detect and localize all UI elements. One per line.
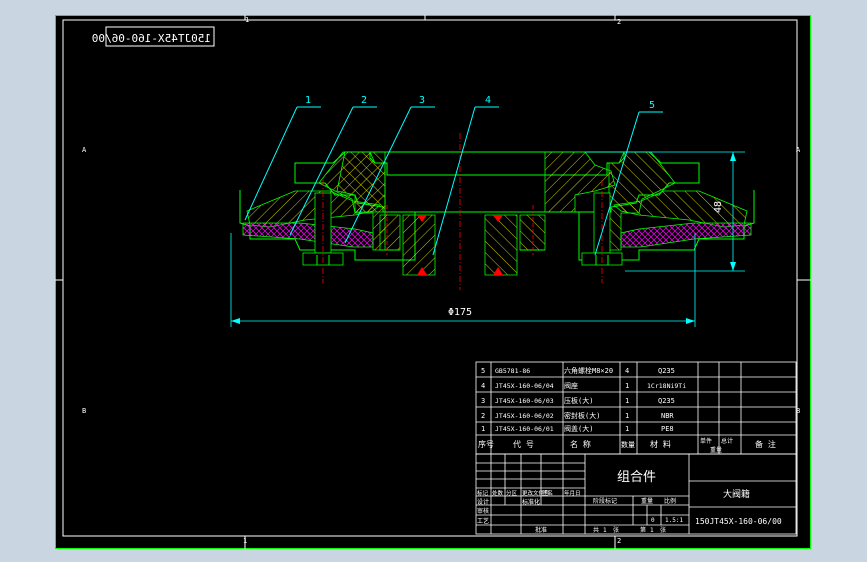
bom-cell: 密封板(大) <box>564 411 600 420</box>
drawing-sheet: 1 2 1 2 A A B B 150JT45X-160-06/00 1 2 3… <box>55 15 811 549</box>
press-plate-right <box>519 214 546 251</box>
bom-cell: JT45X-160-06/02 <box>495 412 554 420</box>
press-plate-left <box>379 214 401 251</box>
tb-sheet-no-value: 1 <box>650 527 654 534</box>
zone-label-row-b-right: B <box>796 407 800 415</box>
tb-label-count: 处数 <box>492 489 504 497</box>
assembly-name: 组合件 <box>617 470 656 485</box>
dim-diameter: Φ175 <box>448 307 472 318</box>
balloon-4: 4 <box>485 95 491 106</box>
tb-weight-value: 0 <box>651 517 655 524</box>
zone-label-col-1-bottom: 1 <box>243 537 247 545</box>
bom-cell: 1 <box>625 412 629 420</box>
zone-label-row-a: A <box>82 146 87 154</box>
bom-header: 数量 <box>621 440 635 449</box>
tb-scale-value: 1.5:1 <box>665 517 683 524</box>
drawing-number: 150JT45X-160-06/00 <box>695 517 782 526</box>
bom-cell: NBR <box>661 412 674 420</box>
bom-cell: 六角螺栓M8×20 <box>564 366 613 375</box>
tb-label-weight: 重量 <box>641 497 653 505</box>
outer-border <box>55 15 811 549</box>
bom-cell: 1 <box>625 382 629 390</box>
bom-header: 材 料 <box>650 439 671 449</box>
bom-header: 总计 <box>721 437 733 445</box>
tb-label-sheet: 张 <box>613 526 619 534</box>
tb-label-sheet-no: 第 <box>640 526 646 534</box>
bom-cell: Q235 <box>658 367 675 375</box>
balloon-2: 2 <box>361 95 367 106</box>
bom-cell: Q235 <box>658 397 675 405</box>
zone-label-row-b: B <box>82 407 86 415</box>
bom-cell: PE8 <box>661 425 674 433</box>
zone-label-row-a-right: A <box>796 146 801 154</box>
bom-cell: 5 <box>481 367 485 375</box>
tb-label-approve: 批准 <box>535 526 547 534</box>
bom-cell: JT45X-160-06/03 <box>495 397 554 405</box>
bom-rows: 5 GB5781-86 六角螺栓M8×20 4 Q235 4 JT45X-160… <box>478 366 776 454</box>
balloon-5: 5 <box>649 100 655 111</box>
bom-cell: 1Cr18Ni9Ti <box>647 382 686 390</box>
section-view <box>239 133 755 290</box>
tb-label-process: 工艺 <box>477 517 489 525</box>
bom-header: 单件 <box>700 437 712 445</box>
bom-header: 名 称 <box>570 439 591 449</box>
zone-label-col-1: 1 <box>245 16 249 24</box>
bom-cell: 阀盖(大) <box>564 424 593 433</box>
tb-label-standard: 标准化 <box>522 498 540 506</box>
bom-cell: GB5781-86 <box>495 367 530 375</box>
valve-seat-left <box>402 214 436 276</box>
tb-label-scale: 比例 <box>664 497 676 505</box>
tb-label-date: 年月日 <box>564 489 581 497</box>
balloon-3: 3 <box>419 95 425 106</box>
bom-cell: JT45X-160-06/04 <box>495 382 554 390</box>
tb-label-stage: 阶段标记 <box>593 497 617 505</box>
tb-label-sheet-2: 张 <box>660 526 666 534</box>
tb-label-sheet-total: 共 <box>593 526 599 534</box>
tb-label-audit: 审核 <box>477 507 489 515</box>
drawing-number-mirrored: 150JT45X-160-06/00 <box>92 32 211 45</box>
tb-label-zone: 分区 <box>506 489 518 497</box>
bom-cell: 4 <box>481 382 485 390</box>
title-block-text: 组合件 大阀籍 150JT45X-160-06/00 标记 处数 分区 更改文件… <box>477 470 782 534</box>
valve-seat-right <box>484 214 518 276</box>
dim-height: 48 <box>713 201 724 213</box>
drawing-number-mirrored-group: 150JT45X-160-06/00 <box>92 32 211 45</box>
zone-label-col-2-bottom: 2 <box>617 537 621 545</box>
bom-header: 备 注 <box>755 439 776 449</box>
bom-cell: 2 <box>481 412 485 420</box>
balloon-1: 1 <box>305 95 311 106</box>
bom-cell: JT45X-160-06/01 <box>495 425 554 433</box>
tb-label-sign: 签名 <box>542 489 553 497</box>
bom-header: 重量 <box>710 446 722 454</box>
bom-cell: 4 <box>625 367 629 375</box>
bom-cell: 1 <box>481 425 485 433</box>
bom-header: 代 号 <box>513 439 534 449</box>
tb-label-design: 设计 <box>477 498 489 506</box>
bom-cell: 阀座 <box>564 381 578 390</box>
tb-label-mark: 标记 <box>477 489 489 497</box>
bom-cell: 1 <box>625 425 629 433</box>
bom-cell: 压板(大) <box>564 396 593 405</box>
product-name: 大阀籍 <box>723 488 750 500</box>
tb-sheet-total-value: 1 <box>603 527 607 534</box>
inner-frame <box>62 19 798 537</box>
bom-cell: 1 <box>625 397 629 405</box>
bom-cell: 3 <box>481 397 485 405</box>
cad-viewport: 1 2 1 2 A A B B 150JT45X-160-06/00 1 2 3… <box>0 0 867 562</box>
drawing-canvas[interactable]: 1 2 1 2 A A B B 150JT45X-160-06/00 1 2 3… <box>55 15 811 549</box>
bom-header: 序号 <box>478 439 494 449</box>
zone-label-col-2: 2 <box>617 18 621 26</box>
